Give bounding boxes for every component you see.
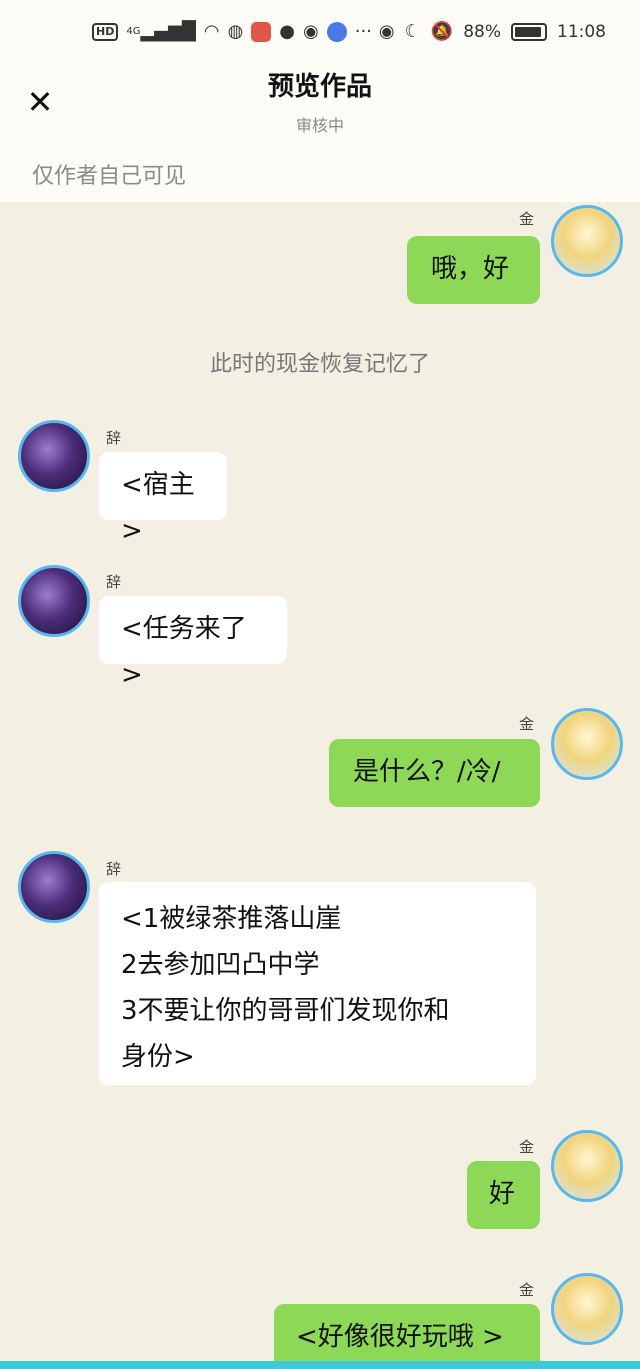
avatar-jin[interactable] <box>551 205 623 277</box>
browser-icon: ◍ <box>227 21 244 42</box>
narration-text: 此时的现金恢复记忆了 <box>209 352 430 377</box>
review-status: 审核中 <box>295 116 344 135</box>
status-right: ◉ ☾ 🔕 88% 11:08 <box>378 21 606 43</box>
sender-name: 金 <box>519 1138 535 1156</box>
signal-4g-icon: 4G▂▄▆█ <box>126 21 196 42</box>
message-bubble-multiline: <1被绿茶推落山崖 2去参加凹凸中学 3不要让你的哥哥们发现你和 身份> <box>99 882 536 1085</box>
sender-name: 辞 <box>106 573 122 591</box>
bell-off-icon: 🔕 <box>430 21 454 42</box>
moon-icon: ☾ <box>404 21 421 42</box>
message-line: 身份> <box>121 1042 195 1072</box>
status-left: HD 4G▂▄▆█ ◠ ◍ ● ◉ ··· <box>92 22 372 42</box>
wechat-icon: ◉ <box>303 21 319 42</box>
sender-name: 金 <box>519 210 535 228</box>
more-icon: ··· <box>354 21 372 42</box>
message-line: <1被绿茶推落山崖 <box>121 904 342 934</box>
battery-icon <box>511 23 547 41</box>
music-icon <box>326 22 347 42</box>
message-bubble: 是什么？/冷/ <box>329 739 540 807</box>
avatar-ci[interactable] <box>18 851 90 923</box>
visibility-note: 仅作者自己可见 <box>32 164 187 189</box>
sender-name: 辞 <box>106 860 122 878</box>
message-bubble: 好 <box>467 1161 540 1229</box>
eye-icon: ◉ <box>378 21 395 42</box>
sender-name: 金 <box>519 715 535 733</box>
preview-header: ✕ 预览作品 审核中 仅作者自己可见 <box>0 70 640 202</box>
sender-name: 金 <box>519 1281 535 1299</box>
message-icon: ● <box>279 21 295 42</box>
bottom-edge-bar <box>0 1361 640 1369</box>
message-bubble: <好像很好玩哦 > <box>274 1304 540 1369</box>
sender-name: 辞 <box>106 429 122 447</box>
clock: 11:08 <box>557 22 606 42</box>
message-bubble: <宿主> <box>99 452 227 546</box>
message-line: 2去参加凹凸中学 <box>121 950 320 980</box>
battery-percent: 88% <box>463 22 501 42</box>
message-bubble: <任务来了> <box>99 596 287 690</box>
message-line: 3不要让你的哥哥们发现你和 <box>121 996 450 1026</box>
avatar-jin[interactable] <box>551 1130 623 1202</box>
avatar-ci[interactable] <box>18 420 90 492</box>
message-bubble: 哦，好 <box>407 236 540 304</box>
hd-badge: HD <box>92 23 119 41</box>
avatar-ci[interactable] <box>18 565 90 637</box>
app-notification-icon <box>251 22 272 42</box>
status-bar: HD 4G▂▄▆█ ◠ ◍ ● ◉ ··· ◉ ☾ 🔕 88% 11:08 <box>0 0 640 70</box>
avatar-jin[interactable] <box>551 708 623 780</box>
wifi-icon: ◠ <box>203 21 220 42</box>
page-title: 预览作品 <box>267 72 372 102</box>
avatar-jin[interactable] <box>551 1273 623 1345</box>
